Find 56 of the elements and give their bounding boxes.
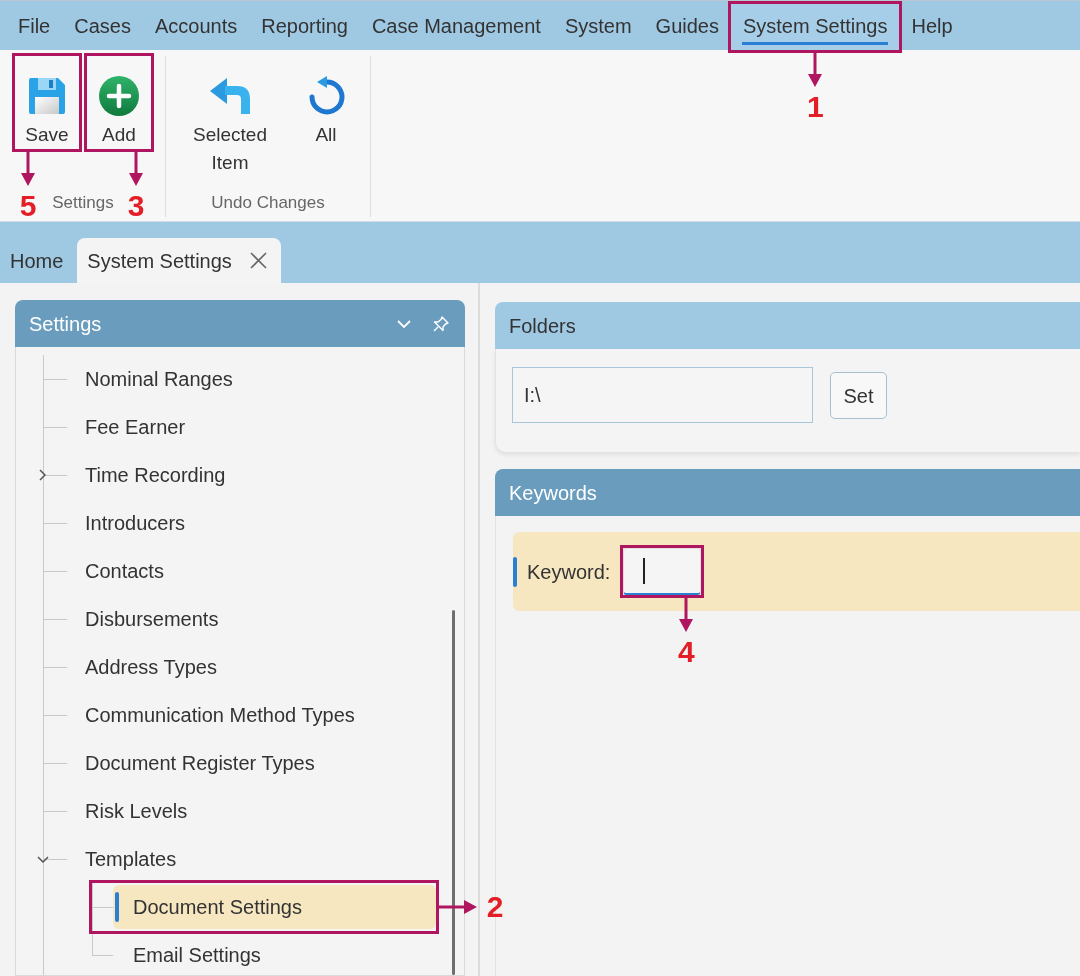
tree-item[interactable]: Address Types	[67, 645, 227, 689]
save-button[interactable]: Save	[15, 56, 79, 149]
tree-item[interactable]: Time Recording	[67, 453, 236, 497]
callout-number: 4	[677, 638, 696, 666]
plus-circle-icon	[99, 76, 139, 116]
callout-number: 2	[485, 893, 505, 921]
chevron-down-icon[interactable]	[37, 856, 49, 863]
tree-item[interactable]: Introducers	[67, 501, 196, 545]
tree-item[interactable]: Document Settings	[113, 885, 436, 929]
tree-item[interactable]: Disbursements	[67, 597, 229, 641]
callout-number: 3	[126, 192, 146, 220]
selection-bar-icon	[115, 892, 119, 922]
tree-item[interactable]: Fee Earner	[67, 405, 196, 449]
add-button[interactable]: Add	[87, 56, 151, 149]
tree-item[interactable]: Document Register Types	[67, 741, 325, 785]
tree-item[interactable]: Email Settings	[113, 933, 271, 975]
tab[interactable]: System Settings	[77, 238, 281, 283]
tree-item[interactable]: Contacts	[67, 549, 174, 593]
tree-item[interactable]: Communication Method Types	[67, 693, 365, 737]
keyword-label: Keyword:	[527, 559, 611, 584]
tab[interactable]: Home	[0, 238, 78, 283]
menu-item[interactable]: File	[6, 1, 63, 50]
menu-item[interactable]: System Settings	[730, 1, 900, 50]
menu-item[interactable]: Case Management	[359, 1, 553, 50]
menu-item[interactable]: Accounts	[142, 1, 250, 50]
text-cursor-icon	[643, 558, 646, 584]
group-label: Settings	[52, 192, 114, 214]
panel-title: Folders	[509, 313, 576, 338]
menu-item[interactable]: Cases	[62, 1, 143, 50]
callout-number: 1	[805, 93, 825, 121]
undo-button[interactable]: Selected Item	[178, 56, 282, 177]
group-label: Undo Changes	[211, 192, 325, 214]
callout-arrow	[21, 152, 35, 186]
tree-item[interactable]: Nominal Ranges	[67, 357, 243, 401]
path-field[interactable]: I:\	[512, 367, 813, 423]
menu-item[interactable]: Reporting	[249, 1, 360, 50]
callout-arrow	[439, 900, 477, 914]
set-button[interactable]: Set	[830, 372, 887, 419]
callout-arrow	[808, 53, 823, 87]
undo-all-button[interactable]: All	[294, 56, 358, 149]
tree-item[interactable]: Templates	[67, 837, 187, 881]
panel-title: Keywords	[509, 480, 597, 505]
tree-item[interactable]: Risk Levels	[67, 789, 198, 833]
callout-arrow	[679, 598, 694, 632]
panel-title: Settings	[29, 311, 102, 336]
menu-item[interactable]: Guides	[643, 1, 731, 50]
callout-number: 5	[18, 192, 38, 220]
undo-arrow-icon	[208, 76, 252, 116]
menu-item[interactable]: System	[552, 1, 644, 50]
scrollbar-thumb[interactable]	[452, 610, 455, 975]
menu-item[interactable]: Help	[899, 1, 965, 50]
pin-icon[interactable]	[433, 315, 449, 332]
chevron-right-icon[interactable]	[39, 469, 46, 481]
callout-arrow	[129, 152, 143, 186]
selection-bar-icon	[513, 557, 517, 587]
close-icon[interactable]	[249, 252, 267, 269]
